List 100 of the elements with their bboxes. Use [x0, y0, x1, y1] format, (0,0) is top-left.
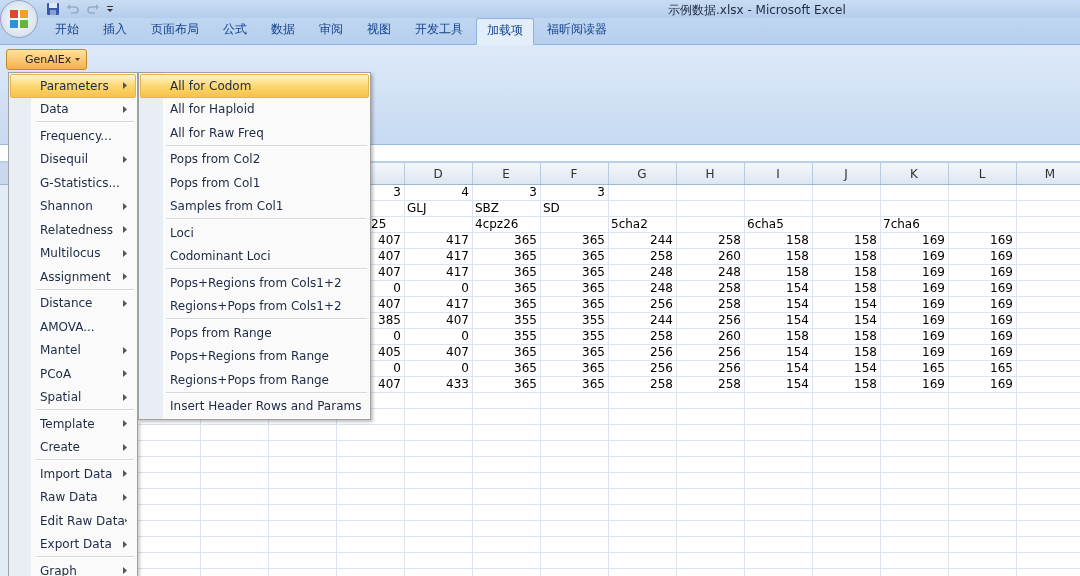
- menu-item[interactable]: Frequency...: [10, 124, 136, 148]
- menu-item[interactable]: Loci: [140, 221, 369, 245]
- column-header[interactable]: K: [880, 163, 948, 184]
- table-cell: 365: [514, 297, 537, 311]
- table-cell: 158: [786, 265, 809, 279]
- menu-item[interactable]: Parameters: [10, 74, 136, 98]
- customize-caret-icon[interactable]: [106, 5, 114, 13]
- column-header[interactable]: L: [948, 163, 1016, 184]
- table-cell: 169: [922, 377, 945, 391]
- save-icon[interactable]: [46, 2, 60, 16]
- table-cell: 169: [922, 313, 945, 327]
- menu-item[interactable]: Multilocus: [10, 241, 136, 265]
- table-cell: 169: [990, 281, 1013, 295]
- table-cell: 0: [461, 281, 469, 295]
- menu-item[interactable]: G-Statistics...: [10, 171, 136, 195]
- menu-item[interactable]: Assignment: [10, 265, 136, 289]
- table-cell: 0: [393, 281, 401, 295]
- menu-item[interactable]: Relatedness: [10, 218, 136, 242]
- column-header[interactable]: E: [472, 163, 540, 184]
- table-cell: 405: [378, 345, 401, 359]
- menu-item[interactable]: All for Haploid: [140, 97, 369, 121]
- menu-item[interactable]: Pops+Regions from Cols1+2: [140, 271, 369, 295]
- menu-item[interactable]: Export Data: [10, 532, 136, 556]
- office-button[interactable]: [0, 0, 38, 38]
- table-cell: 158: [854, 377, 877, 391]
- table-cell: 169: [990, 345, 1013, 359]
- table-cell: 433: [446, 377, 469, 391]
- menu-item[interactable]: Raw Data: [10, 485, 136, 509]
- table-cell: 355: [582, 313, 605, 327]
- table-cell: 0: [461, 361, 469, 375]
- menu-item[interactable]: Disequil: [10, 147, 136, 171]
- menu-item[interactable]: Regions+Pops from Range: [140, 368, 369, 392]
- genalex-menu-button[interactable]: GenAlEx: [6, 49, 88, 70]
- table-cell: 258: [718, 297, 741, 311]
- table-cell: 365: [514, 281, 537, 295]
- table-cell: 0: [461, 329, 469, 343]
- menu-item[interactable]: Pops from Col1: [140, 171, 369, 195]
- caret-icon: [75, 58, 81, 61]
- ribbon-tab[interactable]: 开始: [44, 17, 90, 44]
- ribbon-tab[interactable]: 公式: [212, 17, 258, 44]
- column-header[interactable]: G: [608, 163, 676, 184]
- menu-item[interactable]: Pops from Range: [140, 321, 369, 345]
- table-cell: 169: [922, 345, 945, 359]
- menu-item[interactable]: Data: [10, 97, 136, 121]
- table-cell: 248: [650, 281, 673, 295]
- ribbon-tab[interactable]: 加载项: [476, 18, 534, 45]
- table-cell: 169: [922, 265, 945, 279]
- table-cell: 365: [582, 281, 605, 295]
- table-cell: 260: [718, 329, 741, 343]
- menu-item[interactable]: AMOVA...: [10, 315, 136, 339]
- table-cell: 154: [854, 313, 877, 327]
- menu-item[interactable]: Pops+Regions from Range: [140, 344, 369, 368]
- menu-item[interactable]: Import Data: [10, 462, 136, 486]
- ribbon-tab[interactable]: 页面布局: [140, 17, 210, 44]
- column-header[interactable]: F: [540, 163, 608, 184]
- menu-item[interactable]: Spatial: [10, 385, 136, 409]
- table-cell: 169: [990, 377, 1013, 391]
- table-cell: 258: [650, 377, 673, 391]
- menu-item[interactable]: Insert Header Rows and Params: [140, 394, 369, 418]
- menu-item[interactable]: Edit Raw Data: [10, 509, 136, 533]
- table-cell: 169: [922, 249, 945, 263]
- table-cell: 365: [582, 265, 605, 279]
- table-cell: 169: [990, 297, 1013, 311]
- menu-item[interactable]: Mantel: [10, 338, 136, 362]
- table-cell: 154: [786, 345, 809, 359]
- column-header[interactable]: H: [676, 163, 744, 184]
- table-cell: 355: [514, 313, 537, 327]
- column-header[interactable]: J: [812, 163, 880, 184]
- menu-item[interactable]: Regions+Pops from Cols1+2: [140, 294, 369, 318]
- menu-item[interactable]: Pops from Col2: [140, 147, 369, 171]
- menu-item[interactable]: Codominant Loci: [140, 244, 369, 268]
- column-header[interactable]: I: [744, 163, 812, 184]
- table-cell: 4: [461, 185, 469, 199]
- column-header[interactable]: D: [404, 163, 472, 184]
- ribbon-tab[interactable]: 插入: [92, 17, 138, 44]
- column-header[interactable]: M: [1016, 163, 1080, 184]
- table-cell: 154: [786, 297, 809, 311]
- menu-item[interactable]: All for Codom: [140, 74, 369, 98]
- table-cell: 158: [854, 265, 877, 279]
- ribbon-tab[interactable]: 视图: [356, 17, 402, 44]
- ribbon-tab[interactable]: 开发工具: [404, 17, 474, 44]
- table-cell: 169: [922, 281, 945, 295]
- menu-item[interactable]: Create: [10, 435, 136, 459]
- table-cell: 256: [650, 345, 673, 359]
- table-cell: 3: [597, 185, 605, 199]
- menu-item[interactable]: Distance: [10, 291, 136, 315]
- menu-item[interactable]: Template: [10, 412, 136, 436]
- table-cell: 3: [393, 185, 401, 199]
- ribbon-tab[interactable]: 审阅: [308, 17, 354, 44]
- menu-item[interactable]: All for Raw Freq: [140, 121, 369, 145]
- table-cell: 258: [650, 329, 673, 343]
- table-cell: 154: [786, 377, 809, 391]
- office-logo-icon: [8, 8, 30, 30]
- table-cell: 158: [854, 233, 877, 247]
- ribbon-tab[interactable]: 福昕阅读器: [536, 17, 618, 44]
- menu-item[interactable]: Samples from Col1: [140, 194, 369, 218]
- ribbon-tab[interactable]: 数据: [260, 17, 306, 44]
- menu-item[interactable]: Shannon: [10, 194, 136, 218]
- table-cell: 7cha6: [883, 217, 920, 231]
- menu-item[interactable]: PCoA: [10, 362, 136, 386]
